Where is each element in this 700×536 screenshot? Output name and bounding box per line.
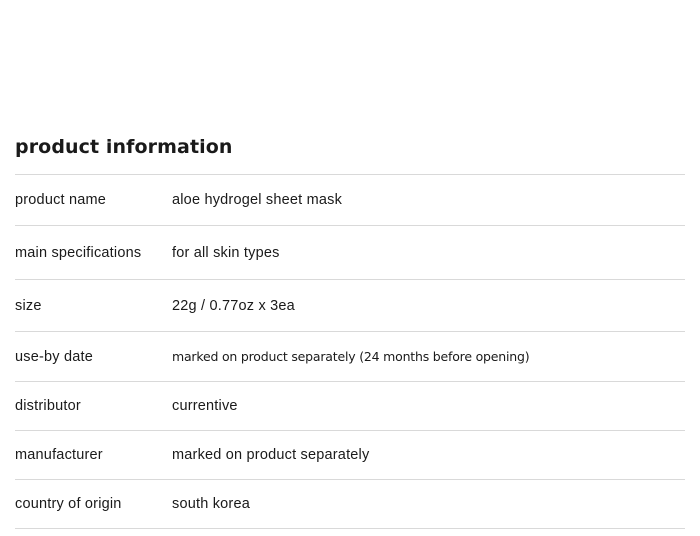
row-value: marked on product separately (172, 447, 370, 463)
product-information-section: product information product name aloe hy… (15, 134, 685, 529)
row-manufacturer: manufacturer marked on product separatel… (15, 431, 685, 480)
row-label: size (15, 297, 42, 314)
row-main-specifications: main specifications for all skin types (15, 226, 685, 280)
row-product-name: product name aloe hydrogel sheet mask (15, 175, 685, 226)
row-value: currentive (172, 398, 238, 414)
row-country-of-origin: country of origin south korea (15, 480, 685, 529)
row-value: 22g / 0.77oz x 3ea (172, 297, 295, 314)
row-value: south korea (172, 496, 250, 512)
product-info-table: product name aloe hydrogel sheet mask ma… (15, 175, 685, 529)
row-label: main specifications (15, 244, 142, 261)
row-label: country of origin (15, 496, 122, 512)
row-distributor: distributor currentive (15, 382, 685, 431)
row-label: product name (15, 192, 107, 208)
section-title: product information (15, 134, 685, 175)
row-value: for all skin types (172, 244, 280, 261)
row-value: marked on product separately (24 months … (172, 349, 530, 364)
row-size: size 22g / 0.77oz x 3ea (15, 280, 685, 332)
row-value: aloe hydrogel sheet mask (172, 192, 343, 208)
row-use-by-date: use-by date marked on product separately… (15, 332, 685, 382)
row-label: manufacturer (15, 447, 103, 463)
row-label: distributor (15, 398, 81, 414)
row-label: use-by date (15, 348, 93, 365)
